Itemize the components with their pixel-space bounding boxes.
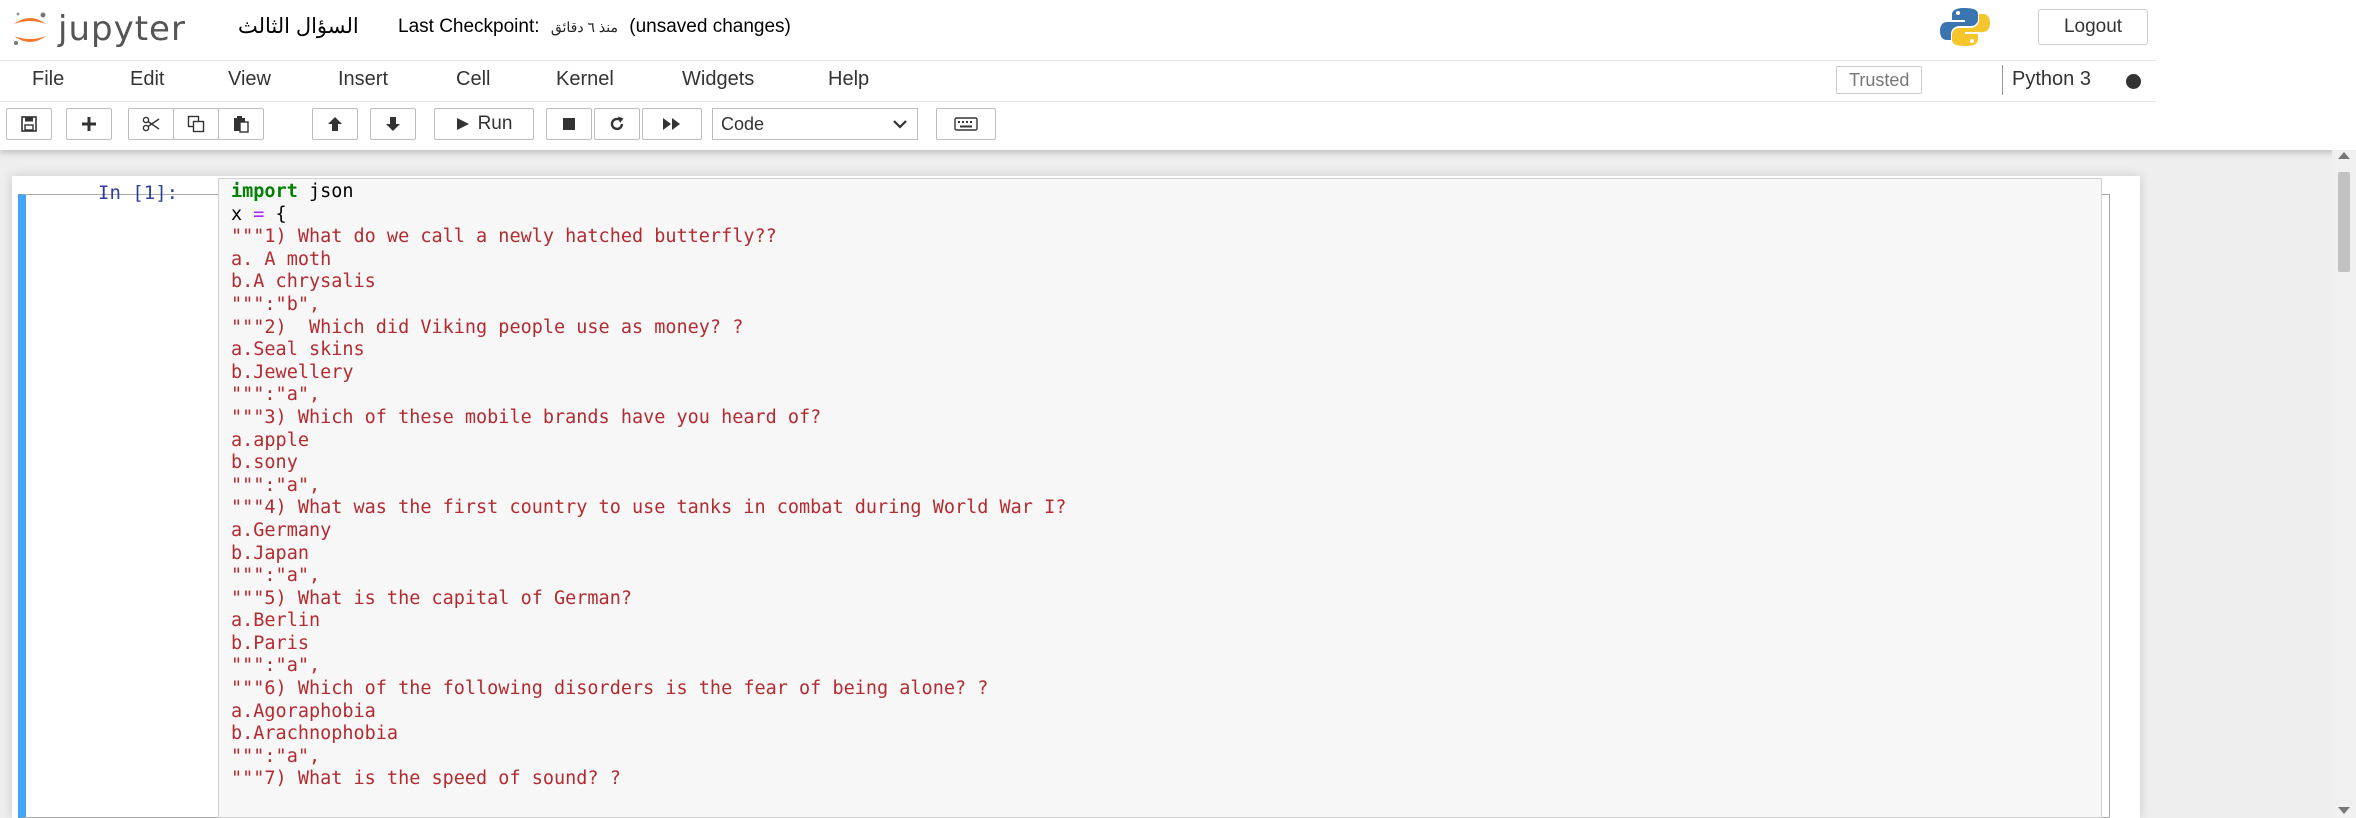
menu-widgets[interactable]: Widgets [682,68,754,91]
code-line: a.Agoraphobia [231,700,376,722]
code-line: import json [231,181,354,202]
arrow-up-icon [328,117,342,131]
code-line: """7) What is the speed of sound? ? [231,768,621,790]
keyboard-icon [954,117,978,131]
notebook-name[interactable]: السؤال الثالث [238,14,359,39]
trusted-indicator[interactable]: Trusted [1836,66,1923,94]
code-line: """:"a", [231,565,321,587]
command-palette-button[interactable] [936,108,996,140]
code-line: """:"a", [231,745,321,767]
code-line: a.Seal skins [231,339,365,361]
code-line: b.Paris [231,632,309,654]
play-icon [456,118,469,130]
page-scrollbar[interactable] [2332,150,2356,818]
interrupt-kernel-button[interactable] [546,108,592,140]
refresh-icon [610,116,624,131]
logo-text: jupyter [58,9,186,49]
code-line: b.Japan [231,542,309,564]
code-line: a.apple [231,429,309,451]
checkpoint-status: Last Checkpoint: منذ ٦ دقائق (unsaved ch… [398,16,791,38]
menu-view[interactable]: View [228,68,271,91]
scissors-icon [142,116,160,132]
code-line: """:"a", [231,474,321,496]
restart-run-all-button[interactable] [642,108,702,140]
checkpoint-time: منذ ٦ دقائق [550,19,618,35]
stop-icon [563,118,575,130]
save-button[interactable] [6,108,52,140]
logout-button[interactable]: Logout [2038,9,2148,45]
notebook-area: In [1]: import json x = { """1) What do … [0,150,2330,818]
input-prompt: In [1]: [98,182,179,204]
paste-button[interactable] [218,108,264,140]
code-line: """4) What was the first country to use … [231,497,1067,519]
cut-button[interactable] [128,108,174,140]
code-line: """:"b", [231,293,321,315]
menu-kernel[interactable]: Kernel [556,68,614,91]
menu-help[interactable]: Help [828,68,869,91]
menubar: File Edit View Insert Cell Kernel Widget… [0,60,2156,102]
fast-forward-icon [663,118,680,130]
cell-type-select[interactable]: Code [712,108,918,140]
jupyter-logo-icon [14,12,46,45]
code-line: b.Arachnophobia [231,723,399,745]
code-line: x = { [231,203,287,225]
code-editor[interactable]: import json x = { """1) What do we call … [218,178,2102,818]
code-line: b.Jewellery [231,361,354,383]
paste-icon [234,116,249,133]
code-line: a.Germany [231,519,332,541]
code-line: b.A chrysalis [231,271,376,293]
scroll-down-arrow-icon[interactable] [2338,807,2350,814]
cell-type-value: Code [721,113,765,134]
code-line: b.sony [231,452,298,474]
autosave-status: (unsaved changes) [629,16,791,37]
move-up-button[interactable] [312,108,358,140]
code-line: """1) What do we call a newly hatched bu… [231,226,777,248]
code-line: """3) Which of these mobile brands have … [231,406,822,428]
arrow-down-icon [386,117,400,131]
copy-button[interactable] [173,108,219,140]
code-line: a.Berlin [231,610,321,632]
kernel-separator [2002,65,2003,95]
code-line: """2) Which did Viking people use as mon… [231,316,744,338]
menu-cell[interactable]: Cell [456,68,490,91]
python-logo-icon [1940,8,1990,46]
toolbar: Run Code [0,104,2356,146]
chevron-down-icon [893,120,907,129]
run-button[interactable]: Run [434,108,534,140]
kernel-name[interactable]: Python 3 [2012,68,2091,91]
scroll-up-arrow-icon[interactable] [2338,152,2350,159]
run-label: Run [477,113,513,134]
save-icon [21,116,37,132]
jupyter-logo[interactable]: jupyter [10,6,186,52]
restart-kernel-button[interactable] [594,108,640,140]
menu-edit[interactable]: Edit [130,68,164,91]
code-line: """5) What is the capital of German? [231,587,632,609]
checkpoint-label: Last Checkpoint: [398,16,540,37]
code-line: """:"a", [231,384,321,406]
menu-insert[interactable]: Insert [338,68,388,91]
menu-file[interactable]: File [32,68,64,91]
copy-icon [187,115,205,133]
scrollbar-thumb[interactable] [2338,172,2350,272]
code-line: """:"a", [231,655,321,677]
code-line: """6) Which of the following disorders i… [231,678,989,700]
code-line: a. A moth [231,248,332,270]
kernel-idle-indicator [2126,74,2141,89]
move-down-button[interactable] [370,108,416,140]
title-bar: jupyter السؤال الثالث Last Checkpoint: م… [0,0,2356,58]
insert-cell-button[interactable] [66,108,112,140]
plus-icon [82,117,96,131]
header: jupyter السؤال الثالث Last Checkpoint: م… [0,0,2356,150]
